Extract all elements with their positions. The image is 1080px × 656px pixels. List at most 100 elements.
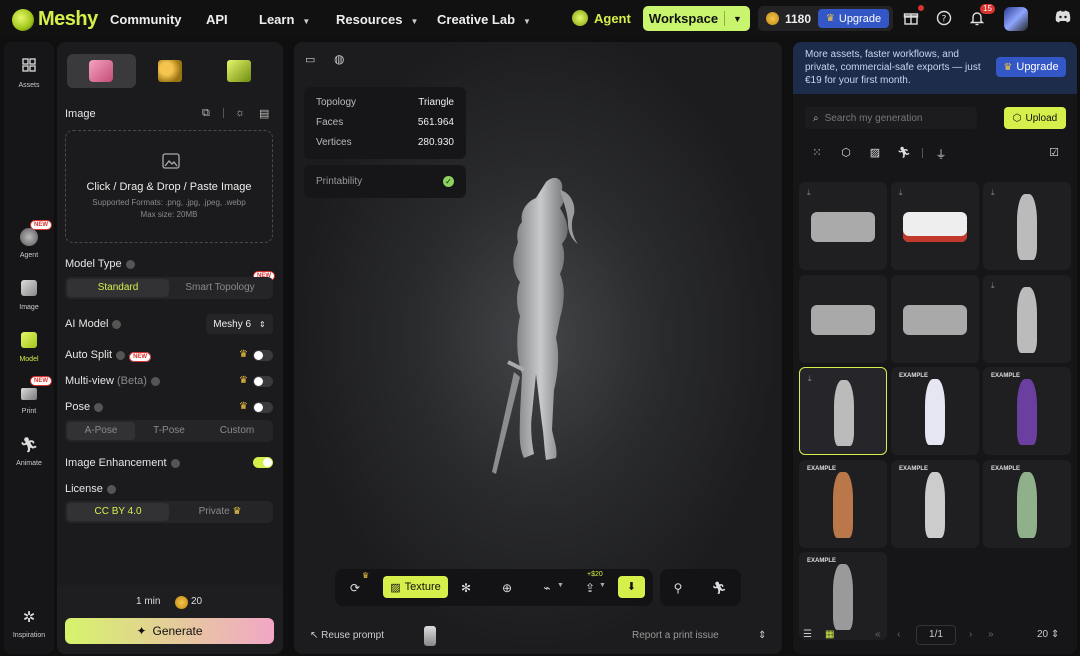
generate-button[interactable]: ✦ Generate	[65, 618, 274, 644]
refresh-icon[interactable]: ⟳	[346, 579, 364, 597]
license-cc-by[interactable]: CC BY 4.0	[67, 503, 169, 521]
reuse-prompt-button[interactable]: ↖ Reuse prompt	[310, 630, 384, 641]
rail-animate[interactable]: 🏃︎ Animate	[4, 436, 54, 467]
auto-split-toggle[interactable]	[253, 350, 273, 361]
asset-tile[interactable]: ⤓	[799, 367, 887, 455]
brush-icon[interactable]: ⌁	[538, 579, 556, 597]
info-icon[interactable]	[106, 484, 116, 494]
download-icon[interactable]: ⤓	[808, 374, 812, 384]
rail-model[interactable]: Model	[4, 332, 54, 363]
tab-text-to-3d[interactable]	[204, 54, 273, 88]
cube-outline-icon[interactable]: ⬡	[839, 146, 853, 160]
asset-tile[interactable]: EXAMPLE	[983, 460, 1071, 548]
download-icon[interactable]: ⤓	[899, 188, 903, 198]
gallery-icon[interactable]: ▤	[259, 107, 269, 120]
info-icon[interactable]	[150, 376, 160, 386]
nav-learn[interactable]: Learn ▼	[259, 12, 310, 27]
avatar[interactable]	[1004, 7, 1028, 31]
meshy-logo[interactable]: Meshy	[12, 8, 98, 31]
pose-t-pose[interactable]: T-Pose	[135, 422, 203, 440]
rail-image[interactable]: Image	[4, 280, 54, 311]
upgrade-button[interactable]: ♛ Upgrade	[818, 9, 889, 28]
rig-icon[interactable]: ⚲	[669, 579, 687, 597]
asset-tile[interactable]: ⤓	[799, 182, 887, 270]
model-thumbnail[interactable]	[424, 626, 436, 646]
share-icon[interactable]: ⇪	[581, 579, 599, 597]
asset-tile[interactable]: EXAMPLE	[891, 367, 979, 455]
asset-tile[interactable]: ⤓	[983, 275, 1071, 363]
globe-icon[interactable]: ◍	[334, 52, 344, 66]
model-type-smart-topology[interactable]: Smart Topology	[169, 279, 271, 297]
model-type-standard[interactable]: Standard	[67, 279, 169, 297]
nav-resources[interactable]: Resources ▼	[336, 12, 418, 27]
asset-tile[interactable]: EXAMPLE	[983, 367, 1071, 455]
asset-tile[interactable]: ⤓	[983, 182, 1071, 270]
search-input[interactable]: ⌕ Search my generation	[805, 107, 977, 129]
rail-inspiration[interactable]: ✲ Inspiration	[4, 608, 54, 639]
upload-button[interactable]: ⬡ Upload	[1004, 107, 1066, 129]
promo-upgrade-button[interactable]: ♛ Upgrade	[996, 57, 1066, 77]
rail-print[interactable]: Print	[4, 384, 54, 415]
tab-image-to-3d[interactable]	[67, 54, 136, 88]
next-page-icon[interactable]: ›	[969, 629, 972, 640]
material-icon[interactable]: ✻	[457, 579, 475, 597]
chevron-down-icon[interactable]: ▼	[725, 14, 750, 24]
chevron-down-icon[interactable]: ▼	[557, 582, 564, 589]
download-icon[interactable]: ⤓	[991, 281, 995, 291]
list-view-icon[interactable]: ☰	[803, 629, 812, 640]
model-viewer[interactable]: ▭ ◍ Topology Triangle Faces 561.964 Vertic…	[294, 42, 782, 654]
info-icon[interactable]	[112, 319, 122, 329]
help-icon[interactable]: ?	[935, 10, 953, 28]
image-dropzone[interactable]: Click / Drag & Drop / Paste Image Suppor…	[65, 130, 273, 243]
page-input[interactable]: 1/1	[916, 625, 956, 645]
animate-icon[interactable]: 🏃︎	[710, 579, 728, 597]
asset-tile[interactable]: EXAMPLE	[799, 460, 887, 548]
updown-icon[interactable]: ⇕	[758, 630, 766, 641]
asset-tile[interactable]	[799, 275, 887, 363]
printability-check[interactable]: Printability ✓	[304, 165, 466, 198]
nav-community[interactable]: Community	[110, 12, 182, 27]
animation-filter-icon[interactable]: 🏃︎	[897, 146, 911, 160]
license-private[interactable]: Private ♛	[169, 503, 271, 521]
select-checkbox-icon[interactable]: ☑	[1047, 146, 1061, 160]
nav-api[interactable]: API	[206, 12, 228, 27]
info-icon[interactable]	[125, 259, 135, 269]
rail-agent[interactable]: Agent	[4, 228, 54, 259]
multi-view-toggle[interactable]	[253, 376, 273, 387]
workspace-button[interactable]: Workspace ▼	[643, 6, 750, 31]
prev-page-icon[interactable]: ‹	[897, 629, 900, 640]
pose-toggle[interactable]	[253, 402, 273, 413]
last-page-icon[interactable]: »	[988, 629, 994, 640]
ai-model-select[interactable]: Meshy 6 ⇕	[206, 314, 273, 334]
pose-custom[interactable]: Custom	[203, 422, 271, 440]
image-enhancement-toggle[interactable]	[253, 457, 273, 468]
filter-icon[interactable]: ⏚	[934, 146, 948, 161]
chevron-down-icon[interactable]: ▼	[599, 582, 606, 589]
asset-tile[interactable]: ⤓	[891, 182, 979, 270]
info-icon[interactable]	[116, 350, 126, 360]
report-print-issue-link[interactable]: Report a print issue	[632, 630, 719, 641]
credits-widget[interactable]: 1180 ♛ Upgrade	[758, 6, 893, 31]
download-button[interactable]: ⬇	[618, 576, 645, 598]
per-page-select[interactable]: 20 ⇕	[1037, 629, 1059, 640]
info-icon[interactable]	[94, 402, 104, 412]
compare-icon[interactable]: ⧉	[202, 107, 210, 120]
download-icon[interactable]: ⤓	[807, 188, 811, 198]
light-icon[interactable]: ☼	[235, 107, 245, 119]
tab-multi-image[interactable]	[136, 54, 205, 88]
texture-button[interactable]: ▨ Texture	[383, 576, 448, 598]
discord-icon[interactable]	[1054, 10, 1072, 28]
gift-icon[interactable]	[902, 10, 920, 28]
grid-dots-icon[interactable]: ⁙	[810, 146, 824, 160]
transform-icon[interactable]: ⊕	[498, 579, 516, 597]
first-page-icon[interactable]: «	[875, 629, 881, 640]
asset-tile[interactable]: EXAMPLE	[891, 460, 979, 548]
rail-assets[interactable]: Assets	[4, 58, 54, 89]
monitor-icon[interactable]: ▭	[305, 53, 315, 66]
agent-button[interactable]: Agent	[572, 10, 631, 26]
pose-a-pose[interactable]: A-Pose	[67, 422, 135, 440]
info-icon[interactable]	[170, 458, 180, 468]
asset-tile[interactable]	[891, 275, 979, 363]
texture-filter-icon[interactable]: ▨	[868, 146, 882, 160]
nav-creative-lab[interactable]: Creative Lab ▼	[437, 12, 531, 27]
